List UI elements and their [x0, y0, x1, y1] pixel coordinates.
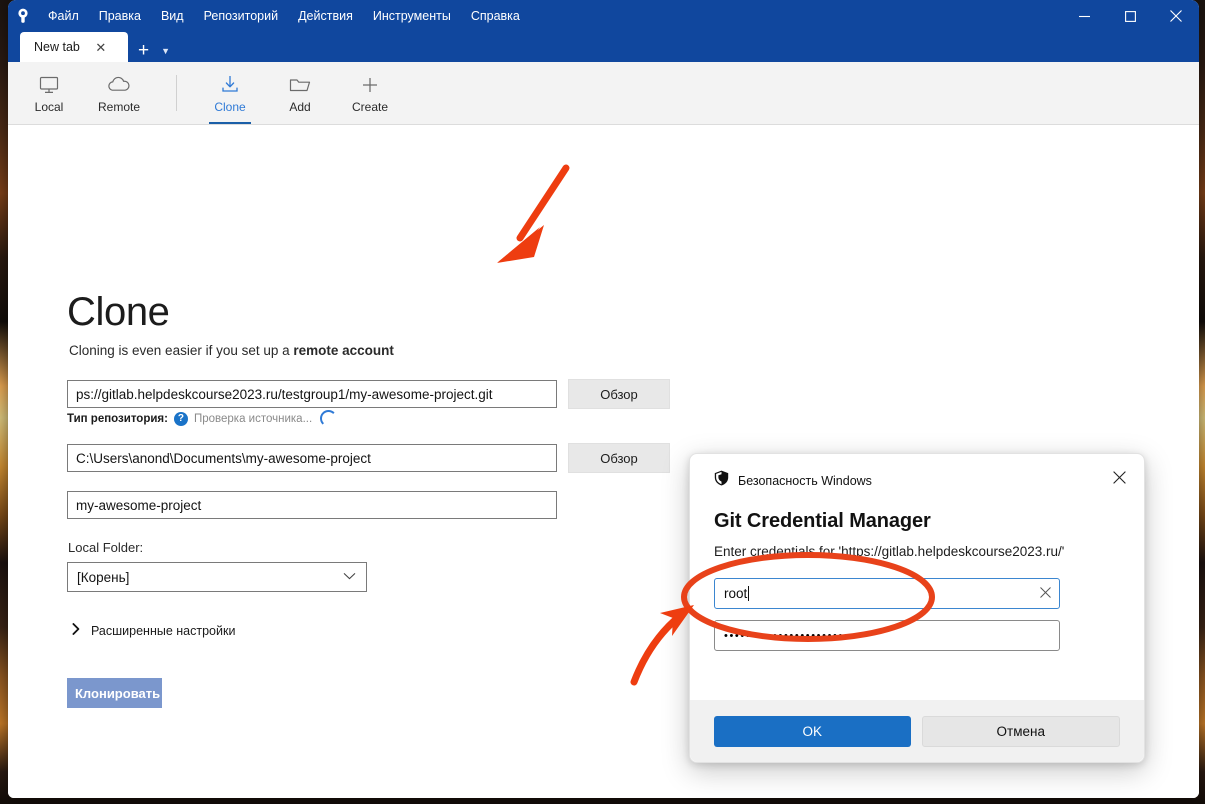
cloud-icon — [106, 73, 132, 95]
toolbar-button-create[interactable]: Create — [335, 62, 405, 124]
chevron-down-icon[interactable]: ▼ — [159, 47, 178, 62]
dialog-description: Enter credentials for 'https://gitlab.he… — [714, 544, 1144, 559]
toolbar-label: Clone — [214, 100, 245, 114]
toolbar-label: Add — [289, 100, 310, 114]
menu-item-tools[interactable]: Инструменты — [363, 0, 461, 32]
close-icon[interactable] — [1153, 0, 1199, 32]
download-icon — [219, 73, 241, 95]
tab-strip: New tab ✕ + ▼ — [8, 32, 1199, 62]
window-controls — [1061, 0, 1199, 32]
sourcetree-logo-icon — [8, 0, 38, 32]
username-input[interactable]: root — [714, 578, 1060, 609]
advanced-settings-toggle[interactable]: Расширенные настройки — [72, 623, 235, 638]
chevron-down-icon — [343, 572, 356, 583]
clear-icon[interactable] — [1034, 587, 1051, 601]
title-bar: Файл Правка Вид Репозиторий Действия Инс… — [8, 0, 1199, 32]
folder-icon — [288, 73, 312, 95]
local-folder-label: Local Folder: — [68, 540, 143, 555]
dialog-actions: OK Отмена — [690, 700, 1144, 762]
local-folder-select[interactable]: [Корень] — [67, 562, 367, 592]
browse-path-button[interactable]: Обзор — [568, 443, 670, 473]
username-value: root — [724, 586, 1034, 601]
toolbar-button-remote[interactable]: Remote — [84, 62, 154, 124]
repository-url-value: ps://gitlab.helpdeskcourse2023.ru/testgr… — [76, 387, 492, 402]
destination-path-input[interactable]: C:\Users\anond\Documents\my-awesome-proj… — [67, 444, 557, 472]
repository-status-text: Проверка источника... — [194, 413, 312, 425]
plus-icon[interactable]: + — [128, 41, 159, 62]
local-folder-value: [Корень] — [77, 570, 129, 585]
clone-page: Clone Cloning is even easier if you set … — [8, 125, 1199, 798]
repository-type-label: Тип репозитория: — [67, 413, 168, 425]
menu-item-view[interactable]: Вид — [151, 0, 194, 32]
remote-account-link[interactable]: remote account — [293, 343, 394, 358]
destination-path-value: C:\Users\anond\Documents\my-awesome-proj… — [76, 451, 371, 466]
plus-icon — [359, 73, 381, 95]
repository-name-value: my-awesome-project — [76, 498, 201, 513]
close-icon[interactable] — [1106, 464, 1132, 490]
menu-item-edit[interactable]: Правка — [89, 0, 151, 32]
menu-item-actions[interactable]: Действия — [288, 0, 363, 32]
sourcetree-window: Файл Правка Вид Репозиторий Действия Инс… — [8, 0, 1199, 798]
tab-label: New tab — [34, 40, 80, 54]
help-icon[interactable]: ? — [174, 412, 188, 426]
repository-type-row: Тип репозитория: ? Проверка источника... — [67, 410, 337, 427]
menu-item-help[interactable]: Справка — [461, 0, 530, 32]
page-subtitle-text: Cloning is even easier if you set up a — [69, 343, 293, 358]
monitor-icon — [38, 73, 60, 95]
menu-item-file[interactable]: Файл — [38, 0, 89, 32]
text-caret — [748, 586, 749, 601]
toolbar-label: Create — [352, 100, 388, 114]
dialog-header: Безопасность Windows — [690, 454, 1144, 491]
toolbar-label: Local — [35, 100, 64, 114]
password-input[interactable]: •••••••••••••••••••••••••• — [714, 620, 1060, 651]
page-title: Clone — [67, 290, 170, 335]
dialog-header-title: Безопасность Windows — [738, 474, 872, 488]
tab-new-tab[interactable]: New tab ✕ — [20, 32, 128, 62]
clone-button[interactable]: Клонировать — [67, 678, 162, 708]
main-toolbar: Local Remote Clone — [8, 62, 1199, 125]
windows-security-dialog: Безопасность Windows Git Credential Mana… — [689, 453, 1145, 763]
toolbar-label: Remote — [98, 100, 140, 114]
menu-item-repository[interactable]: Репозиторий — [194, 0, 289, 32]
toolbar-button-clone[interactable]: Clone — [195, 62, 265, 124]
shield-icon — [714, 470, 729, 491]
chevron-right-icon — [72, 623, 80, 638]
loading-spinner-icon — [320, 410, 337, 427]
browse-url-button[interactable]: Обзор — [568, 379, 670, 409]
toolbar-divider — [176, 75, 177, 111]
dialog-title: Git Credential Manager — [714, 510, 1144, 533]
cancel-button[interactable]: Отмена — [922, 716, 1121, 747]
menu-bar: Файл Правка Вид Репозиторий Действия Инс… — [38, 0, 530, 32]
toolbar-button-add[interactable]: Add — [265, 62, 335, 124]
toolbar-button-local[interactable]: Local — [14, 62, 84, 124]
repository-name-input[interactable]: my-awesome-project — [67, 491, 557, 519]
close-icon[interactable]: ✕ — [94, 41, 108, 54]
repository-url-input[interactable]: ps://gitlab.helpdeskcourse2023.ru/testgr… — [67, 380, 557, 408]
page-subtitle: Cloning is even easier if you set up a r… — [69, 343, 394, 358]
advanced-settings-label: Расширенные настройки — [91, 624, 235, 638]
ok-button[interactable]: OK — [714, 716, 911, 747]
minimize-icon[interactable] — [1061, 0, 1107, 32]
maximize-icon[interactable] — [1107, 0, 1153, 32]
